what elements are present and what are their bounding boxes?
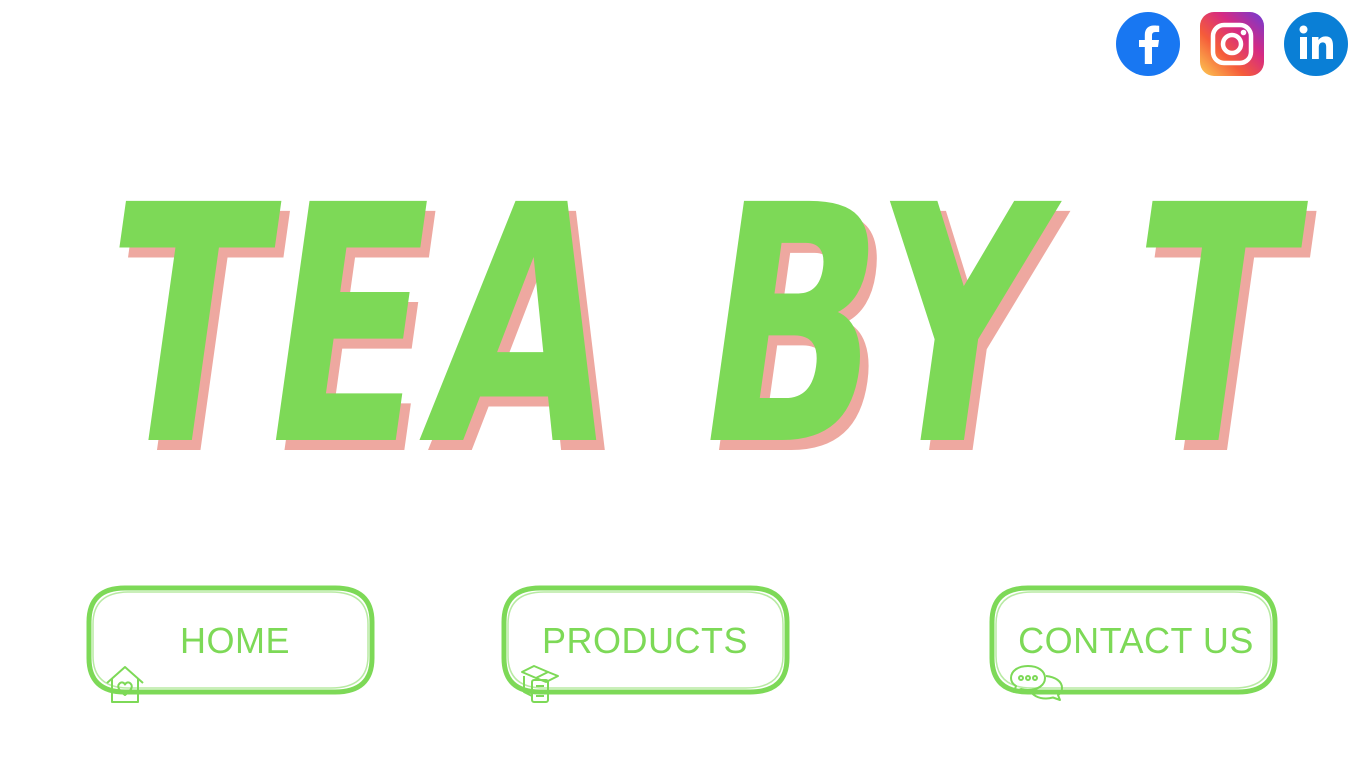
social-links <box>1116 12 1348 76</box>
linkedin-icon[interactable] <box>1284 12 1348 76</box>
box-list-icon <box>518 662 562 706</box>
contact-us-button[interactable]: CONTACT US <box>988 584 1278 701</box>
home-label: HOME <box>180 620 290 661</box>
home-button[interactable]: HOME <box>85 584 375 703</box>
hero-title-text: TEA BY T <box>80 150 1324 480</box>
hero-title: TEA BY T TEA BY T <box>60 150 1350 480</box>
products-button[interactable]: PRODUCTS <box>500 584 790 703</box>
facebook-icon[interactable] <box>1116 12 1180 76</box>
products-label: PRODUCTS <box>541 620 748 661</box>
instagram-icon[interactable] <box>1200 12 1264 76</box>
chat-bubbles-icon <box>1008 662 1068 706</box>
house-heart-icon <box>103 662 147 706</box>
contact-us-label: CONTACT US <box>1018 620 1254 661</box>
landing-page: TEA BY T TEA BY T HOME PRODUCTS <box>0 0 1366 768</box>
